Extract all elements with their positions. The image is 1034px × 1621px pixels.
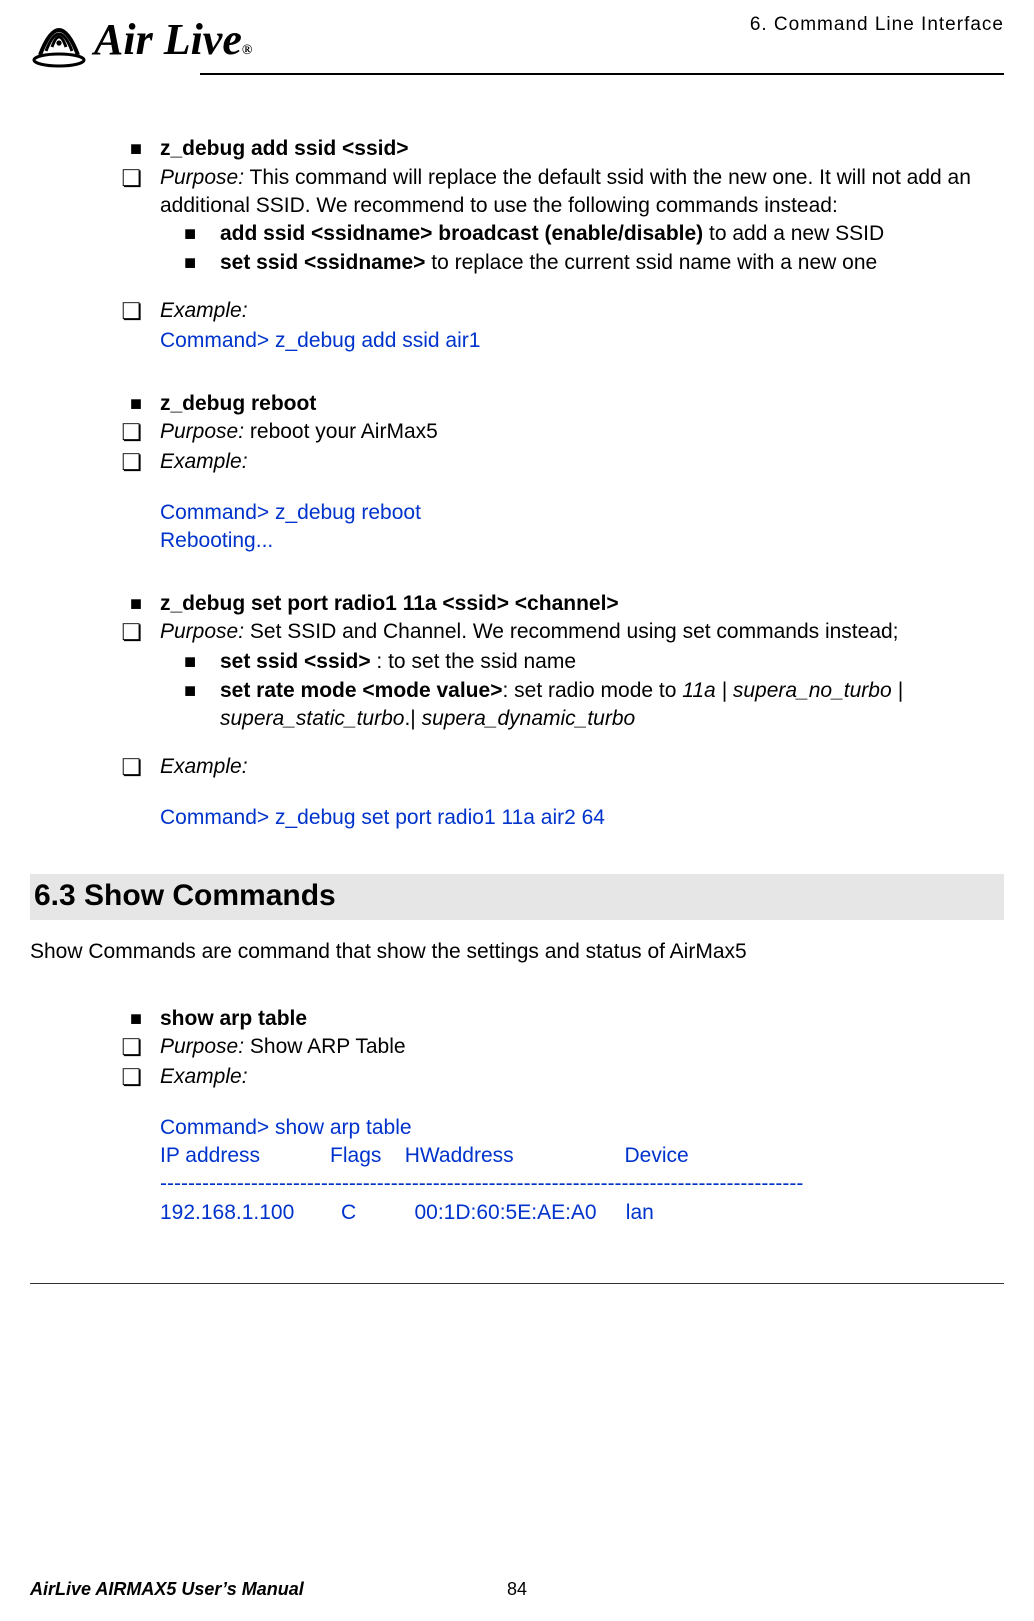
example-row: ❏ Example: (30, 448, 1004, 478)
sub-item-bold: set ssid <ssidname> (220, 251, 425, 274)
sub-item: ■ set ssid <ssidname> to replace the cur… (160, 249, 1004, 277)
command-block-z-debug-set-port: ■ z_debug set port radio1 11a <ssid> <ch… (30, 590, 1004, 832)
purpose-body: This command will replace the default ss… (160, 166, 971, 217)
footer: AirLive AIRMAX5 User’s Manual 84 . (30, 1577, 1004, 1601)
sub-item: ■ add ssid <ssidname> broadcast (enable/… (160, 220, 1004, 248)
sub-item-ital-b: supera_dynamic_turbo (422, 707, 636, 730)
command-title: show arp table (160, 1005, 1004, 1033)
command-title: z_debug set port radio1 11a <ssid> <chan… (160, 590, 1004, 618)
sub-list: ■ set ssid <ssid> : to set the ssid name… (30, 648, 1004, 733)
purpose-row: ❏ Purpose: This command will replace the… (30, 164, 1004, 221)
page: Air Live® 6. Command Line Interface ■ z_… (0, 0, 1034, 1621)
purpose-body: Show ARP Table (244, 1035, 406, 1058)
purpose-body: Set SSID and Channel. We recommend using… (244, 620, 898, 643)
example-output-line: Command> z_debug reboot (30, 499, 1004, 527)
sub-item-text: set ssid <ssid> : to set the ssid name (220, 648, 1004, 676)
sub-item-rest-b: .| (404, 707, 421, 730)
example-row: ❏ Example: (30, 1063, 1004, 1093)
purpose-row: ❏ Purpose: Set SSID and Channel. We reco… (30, 618, 1004, 648)
example-output-line: Rebooting... (30, 527, 1004, 555)
chapter-label: 6. Command Line Interface (750, 10, 1004, 38)
logo-wave-icon (30, 11, 88, 69)
purpose-row: ❏ Purpose: reboot your AirMax5 (30, 418, 1004, 448)
purpose-text: Purpose: Set SSID and Channel. We recomm… (160, 618, 1004, 648)
bullet-square-icon: ■ (184, 680, 196, 702)
purpose-label: Purpose: (160, 166, 244, 189)
bullet-square-icon: ■ (130, 593, 142, 615)
bullet-hollow-square-icon: ❏ (121, 1034, 142, 1060)
sub-item-rest-a: : set radio mode to (502, 679, 682, 702)
example-row: ❏ Example: (30, 297, 1004, 327)
sub-item-text: add ssid <ssidname> broadcast (enable/di… (220, 220, 1004, 248)
header-bar: Air Live® 6. Command Line Interface (30, 10, 1004, 69)
bullet-square-icon: ■ (130, 138, 142, 160)
sub-item-rest: to replace the current ssid name with a … (425, 251, 877, 274)
bullet-square-icon: ■ (130, 393, 142, 415)
command-block-z-debug-reboot: ■ z_debug reboot ❏ Purpose: reboot your … (30, 390, 1004, 556)
section-intro: Show Commands are command that show the … (30, 938, 1004, 966)
logo-text: Air Live® (94, 10, 252, 69)
sub-item-text: set rate mode <mode value>: set radio mo… (220, 677, 1004, 734)
bullet-hollow-square-icon: ❏ (121, 754, 142, 780)
sub-item-rest: : to set the ssid name (371, 650, 576, 673)
command-title: z_debug add ssid <ssid> (160, 135, 1004, 163)
example-label: Example: (160, 297, 1004, 327)
sub-item: ■ set rate mode <mode value>: set radio … (160, 677, 1004, 734)
bullet-square-icon: ■ (184, 651, 196, 673)
purpose-label: Purpose: (160, 420, 244, 443)
example-label: Example: (160, 753, 1004, 783)
sub-item-bold: set ssid <ssid> (220, 650, 371, 673)
command-title-row: ■ z_debug reboot (30, 390, 1004, 418)
bullet-hollow-square-icon: ❏ (121, 1064, 142, 1090)
bullet-hollow-square-icon: ❏ (121, 165, 142, 191)
bullet-hollow-square-icon: ❏ (121, 419, 142, 445)
sub-item-text: set ssid <ssidname> to replace the curre… (220, 249, 1004, 277)
purpose-label: Purpose: (160, 1035, 244, 1058)
section-heading: 6.3 Show Commands (30, 874, 1004, 921)
purpose-row: ❏ Purpose: Show ARP Table (30, 1033, 1004, 1063)
logo: Air Live® (30, 10, 252, 69)
bullet-hollow-square-icon: ❏ (121, 449, 142, 475)
sub-item-rest: to add a new SSID (703, 222, 884, 245)
purpose-label: Purpose: (160, 620, 244, 643)
example-label: Example: (160, 1063, 1004, 1093)
example-output: Command> z_debug add ssid air1 (30, 327, 1004, 355)
bullet-square-icon: ■ (184, 252, 196, 274)
command-title-row: ■ show arp table (30, 1005, 1004, 1033)
footer-page-number: 84 (30, 1577, 1004, 1601)
command-title-row: ■ z_debug set port radio1 11a <ssid> <ch… (30, 590, 1004, 618)
example-row: ❏ Example: (30, 753, 1004, 783)
bullet-square-icon: ■ (130, 1008, 142, 1030)
bullet-square-icon: ■ (184, 223, 196, 245)
example-label: Example: (160, 448, 1004, 478)
purpose-text: Purpose: Show ARP Table (160, 1033, 1004, 1063)
sub-item-bold: add ssid <ssidname> broadcast (enable/di… (220, 222, 703, 245)
bullet-hollow-square-icon: ❏ (121, 619, 142, 645)
example-output-line: 192.168.1.100 C 00:1D:60:5E:AE:A0 lan (30, 1199, 1004, 1227)
example-output: Command> z_debug set port radio1 11a air… (30, 804, 1004, 832)
bullet-hollow-square-icon: ❏ (121, 298, 142, 324)
content: ■ z_debug add ssid <ssid> ❏ Purpose: Thi… (30, 75, 1004, 1227)
command-block-z-debug-add-ssid: ■ z_debug add ssid <ssid> ❏ Purpose: Thi… (30, 135, 1004, 355)
sub-list: ■ add ssid <ssidname> broadcast (enable/… (30, 220, 1004, 277)
command-title: z_debug reboot (160, 390, 1004, 418)
example-output-divider: ----------------------------------------… (30, 1170, 1004, 1198)
example-output-line: IP address Flags HWaddress Device (30, 1142, 1004, 1170)
logo-text-main: Air Live (94, 10, 242, 69)
logo-registered-icon: ® (242, 42, 252, 61)
footer-rule (30, 1283, 1004, 1284)
purpose-text: Purpose: This command will replace the d… (160, 164, 1004, 221)
command-block-show-arp-table: ■ show arp table ❏ Purpose: Show ARP Tab… (30, 1005, 1004, 1227)
purpose-body: reboot your AirMax5 (244, 420, 438, 443)
sub-item: ■ set ssid <ssid> : to set the ssid name (160, 648, 1004, 676)
sub-item-bold: set rate mode <mode value> (220, 679, 502, 702)
example-output-line: Command> show arp table (30, 1114, 1004, 1142)
purpose-text: Purpose: reboot your AirMax5 (160, 418, 1004, 448)
command-title-row: ■ z_debug add ssid <ssid> (30, 135, 1004, 163)
